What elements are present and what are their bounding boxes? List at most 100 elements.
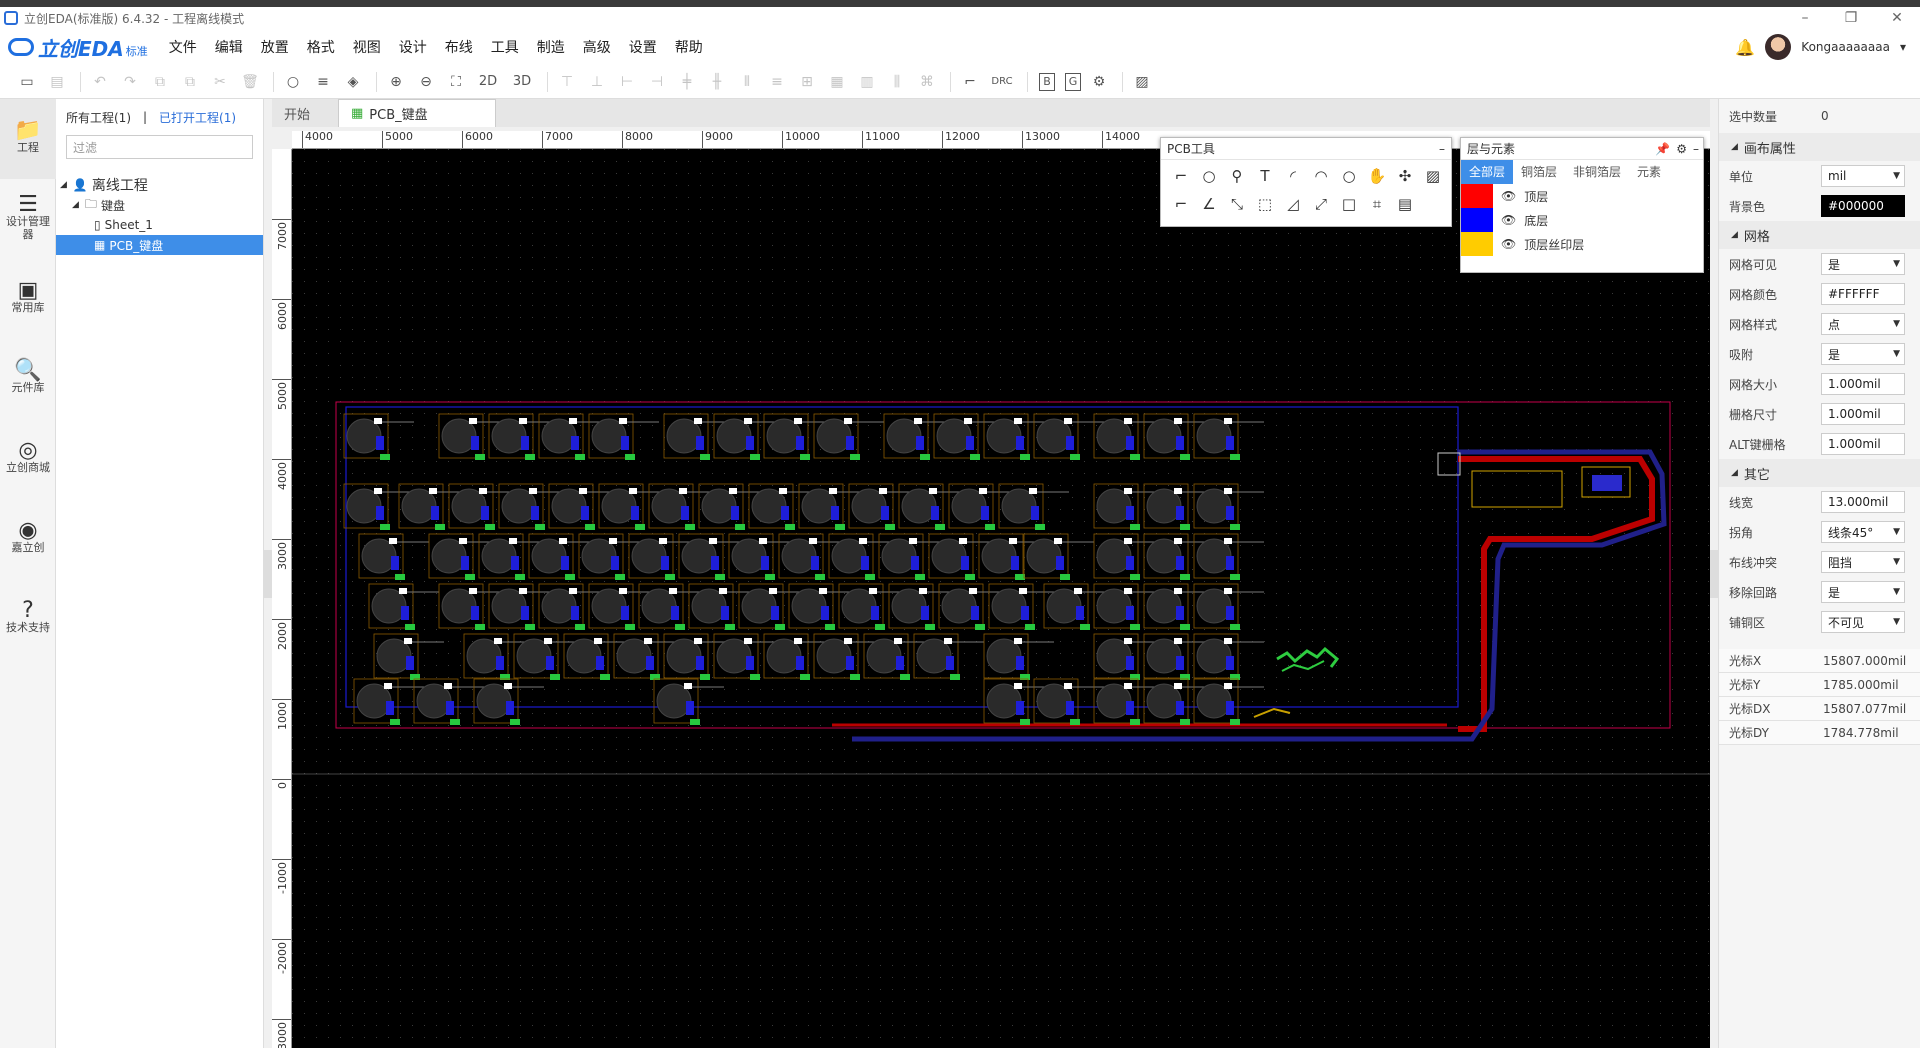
eye-icon[interactable]: 👁 bbox=[1501, 189, 1516, 203]
alt-grid-field[interactable]: 1.000mil bbox=[1821, 433, 1905, 455]
grid-style-select[interactable]: 点 ▼ bbox=[1821, 313, 1905, 335]
tree-sheet[interactable]: ▯ Sheet_1 bbox=[56, 215, 263, 235]
menu-item[interactable]: 视图 bbox=[344, 37, 390, 57]
grid-align-icon[interactable]: ▦ bbox=[824, 70, 850, 94]
grid-color-field[interactable]: #FFFFFF bbox=[1821, 283, 1905, 305]
nav-jlc[interactable]: ◉ 嘉立创 bbox=[0, 499, 56, 579]
grid-size-field[interactable]: 1.000mil bbox=[1821, 373, 1905, 395]
save-icon[interactable]: ▤ bbox=[44, 70, 70, 94]
layer-tab-elements[interactable]: 元素 bbox=[1629, 160, 1669, 184]
menu-item[interactable]: 编辑 bbox=[206, 37, 252, 57]
pin-icon[interactable]: 📌 bbox=[1655, 142, 1670, 156]
bars-icon[interactable]: ▥ bbox=[854, 70, 880, 94]
view-3d-button[interactable]: 3D bbox=[507, 70, 537, 94]
align-bottom-icon[interactable]: ⊥ bbox=[584, 70, 610, 94]
menu-item[interactable]: 设置 bbox=[620, 37, 666, 57]
filter-input[interactable]: 过滤 bbox=[66, 135, 253, 159]
layer-row[interactable]: 👁 底层 bbox=[1461, 208, 1703, 232]
grid-dim-field[interactable]: 1.000mil bbox=[1821, 403, 1905, 425]
tree-project[interactable]: ◢ 🗀 键盘 bbox=[56, 195, 263, 215]
eye-icon[interactable]: 👁 bbox=[1501, 213, 1516, 227]
pcb-tool-icon[interactable]: ◠ bbox=[1307, 164, 1335, 188]
image-icon[interactable]: ▨ bbox=[1129, 70, 1155, 94]
bell-icon[interactable]: 🔔 bbox=[1735, 38, 1755, 57]
nav-common-library[interactable]: ▣ 常用库 bbox=[0, 259, 56, 339]
copy-icon[interactable]: ⧉ bbox=[147, 70, 173, 94]
pcb-tool-icon[interactable]: T bbox=[1251, 164, 1279, 188]
layer-color-swatch[interactable] bbox=[1461, 208, 1493, 232]
menu-item[interactable]: 布线 bbox=[436, 37, 482, 57]
bg-color-field[interactable]: #000000 bbox=[1821, 195, 1905, 217]
tab-start[interactable]: 开始 bbox=[272, 99, 338, 127]
delete-icon[interactable]: 🗑 bbox=[237, 70, 263, 94]
tab-pcb-keyboard[interactable]: ▦ PCB_键盘 bbox=[338, 99, 496, 127]
pcb-tool-icon[interactable]: ∠ bbox=[1195, 192, 1223, 216]
pcb-tool-icon[interactable]: ⚲ bbox=[1223, 164, 1251, 188]
pcb-tool-icon[interactable]: ○ bbox=[1335, 164, 1363, 188]
layer-row[interactable]: 👁 顶层丝印层 bbox=[1461, 232, 1703, 256]
bom-button[interactable]: B bbox=[1039, 72, 1055, 91]
layer-arrange-icon[interactable]: ⫼ bbox=[884, 70, 910, 94]
tree-pcb[interactable]: ▦ PCB_键盘 bbox=[56, 235, 263, 255]
pcb-tool-icon[interactable]: ◜ bbox=[1279, 164, 1307, 188]
menu-item[interactable]: 工具 bbox=[482, 37, 528, 57]
find-icon[interactable]: ≡ bbox=[310, 70, 336, 94]
menu-item[interactable]: 帮助 bbox=[666, 37, 712, 57]
remove-loop-select[interactable]: 是 ▼ bbox=[1821, 581, 1905, 603]
grid-visible-select[interactable]: 是 ▼ bbox=[1821, 253, 1905, 275]
avatar[interactable] bbox=[1765, 34, 1792, 60]
menu-item[interactable]: 文件 bbox=[160, 37, 206, 57]
zoom-in-icon[interactable]: ⊕ bbox=[383, 70, 409, 94]
pcb-tool-icon[interactable]: ◿ bbox=[1279, 192, 1307, 216]
view-2d-button[interactable]: 2D bbox=[473, 70, 503, 94]
corner-select[interactable]: 线条45° ▼ bbox=[1821, 521, 1905, 543]
unit-select[interactable]: mil ▼ bbox=[1821, 165, 1905, 187]
distribute-h-icon[interactable]: ⦀ bbox=[734, 70, 760, 94]
pcb-tool-icon[interactable]: ▤ bbox=[1391, 192, 1419, 216]
menu-item[interactable]: 制造 bbox=[528, 37, 574, 57]
menu-item[interactable]: 设计 bbox=[390, 37, 436, 57]
route-icon[interactable]: ⌐ bbox=[957, 70, 983, 94]
nav-support[interactable]: ? 技术支持 bbox=[0, 579, 56, 659]
restore-button[interactable]: ❐ bbox=[1828, 7, 1874, 29]
nav-component-library[interactable]: 🔍 元件库 bbox=[0, 339, 56, 419]
conflict-select[interactable]: 阻挡 ▼ bbox=[1821, 551, 1905, 573]
tree-root[interactable]: ◢ 👤 离线工程 bbox=[56, 175, 263, 195]
redo-icon[interactable]: ↷ bbox=[117, 70, 143, 94]
search-icon[interactable]: ○ bbox=[280, 70, 306, 94]
eraser-icon[interactable]: ◈ bbox=[340, 70, 366, 94]
fit-view-icon[interactable]: ⛶ bbox=[443, 70, 469, 94]
cut-icon[interactable]: ✂ bbox=[207, 70, 233, 94]
track-width-field[interactable]: 13.000mil bbox=[1821, 491, 1905, 513]
layer-row[interactable]: 👁 顶层 bbox=[1461, 184, 1703, 208]
gerber-button[interactable]: G bbox=[1065, 72, 1081, 91]
menu-item[interactable]: 高级 bbox=[574, 37, 620, 57]
minimize-panel-icon[interactable]: – bbox=[1693, 142, 1699, 156]
group-icon[interactable]: ⌘ bbox=[914, 70, 940, 94]
layer-color-swatch[interactable] bbox=[1461, 184, 1493, 208]
minimize-button[interactable]: – bbox=[1782, 7, 1828, 29]
layer-color-swatch[interactable] bbox=[1461, 232, 1493, 256]
align-vcenter-icon[interactable]: ╫ bbox=[704, 70, 730, 94]
eye-icon[interactable]: 👁 bbox=[1501, 237, 1516, 251]
open-folder-icon[interactable]: ▭ bbox=[14, 70, 40, 94]
pcb-tool-icon[interactable]: ▨ bbox=[1419, 164, 1447, 188]
copper-area-select[interactable]: 不可见 ▼ bbox=[1821, 611, 1905, 633]
align-top-icon[interactable]: ⊤ bbox=[554, 70, 580, 94]
gear-icon[interactable]: ⚙ bbox=[1676, 142, 1687, 156]
drc-button[interactable]: DRC bbox=[987, 70, 1017, 94]
pcb-tool-icon[interactable]: ⤢ bbox=[1307, 192, 1335, 216]
layer-tab-copper[interactable]: 铜箔层 bbox=[1513, 160, 1565, 184]
nav-lcsc-mall[interactable]: ◎ 立创商城 bbox=[0, 419, 56, 499]
pcb-tool-icon[interactable]: ✣ bbox=[1391, 164, 1419, 188]
pcb-tool-icon[interactable]: ⌐ bbox=[1167, 164, 1195, 188]
user-name[interactable]: Kongaaaaaaaa bbox=[1801, 40, 1890, 54]
snap-select[interactable]: 是 ▼ bbox=[1821, 343, 1905, 365]
settings-gear-icon[interactable]: ⚙ bbox=[1086, 70, 1112, 94]
canvas-properties-section[interactable]: ◢ 画布属性 bbox=[1719, 133, 1920, 161]
pcb-drawing[interactable] bbox=[292, 149, 1710, 1048]
align-right-icon[interactable]: ⊣ bbox=[644, 70, 670, 94]
menu-item[interactable]: 格式 bbox=[298, 37, 344, 57]
arrange-icon[interactable]: ⊞ bbox=[794, 70, 820, 94]
other-section[interactable]: ◢ 其它 bbox=[1719, 459, 1920, 487]
